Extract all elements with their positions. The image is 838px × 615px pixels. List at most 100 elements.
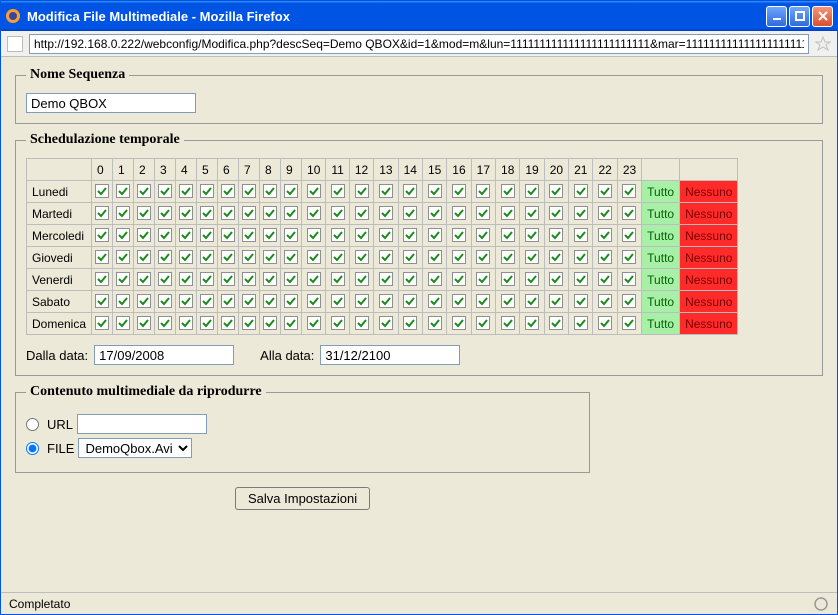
schedule-checkbox[interactable] (179, 228, 193, 242)
schedule-checkbox[interactable] (95, 294, 109, 308)
schedule-checkbox[interactable] (501, 184, 515, 198)
schedule-checkbox[interactable] (137, 316, 151, 330)
schedule-checkbox[interactable] (622, 272, 636, 286)
schedule-checkbox[interactable] (476, 184, 490, 198)
schedule-checkbox[interactable] (307, 250, 321, 264)
schedule-checkbox[interactable] (403, 294, 417, 308)
schedule-checkbox[interactable] (179, 316, 193, 330)
schedule-checkbox[interactable] (476, 316, 490, 330)
schedule-checkbox[interactable] (284, 250, 298, 264)
schedule-checkbox[interactable] (379, 250, 393, 264)
schedule-checkbox[interactable] (598, 316, 612, 330)
schedule-select-all-button[interactable]: Tutto (642, 291, 680, 313)
schedule-checkbox[interactable] (284, 272, 298, 286)
schedule-checkbox[interactable] (622, 250, 636, 264)
schedule-checkbox[interactable] (452, 228, 466, 242)
schedule-checkbox[interactable] (179, 206, 193, 220)
schedule-checkbox[interactable] (307, 206, 321, 220)
schedule-checkbox[interactable] (331, 206, 345, 220)
bookmark-star-icon[interactable] (815, 36, 831, 52)
schedule-checkbox[interactable] (158, 294, 172, 308)
schedule-checkbox[interactable] (242, 272, 256, 286)
schedule-checkbox[interactable] (242, 228, 256, 242)
schedule-checkbox[interactable] (574, 184, 588, 198)
schedule-checkbox[interactable] (476, 294, 490, 308)
schedule-checkbox[interactable] (242, 294, 256, 308)
schedule-checkbox[interactable] (525, 250, 539, 264)
schedule-checkbox[interactable] (476, 228, 490, 242)
schedule-checkbox[interactable] (598, 250, 612, 264)
schedule-checkbox[interactable] (158, 250, 172, 264)
schedule-checkbox[interactable] (284, 184, 298, 198)
schedule-select-none-button[interactable]: Nessuno (680, 225, 738, 247)
schedule-checkbox[interactable] (137, 272, 151, 286)
schedule-checkbox[interactable] (525, 228, 539, 242)
schedule-checkbox[interactable] (116, 316, 130, 330)
schedule-checkbox[interactable] (200, 272, 214, 286)
schedule-checkbox[interactable] (379, 228, 393, 242)
schedule-checkbox[interactable] (307, 316, 321, 330)
schedule-checkbox[interactable] (263, 272, 277, 286)
schedule-checkbox[interactable] (622, 228, 636, 242)
schedule-checkbox[interactable] (574, 206, 588, 220)
schedule-checkbox[interactable] (549, 316, 563, 330)
schedule-select-none-button[interactable]: Nessuno (680, 247, 738, 269)
schedule-checkbox[interactable] (598, 272, 612, 286)
schedule-checkbox[interactable] (525, 294, 539, 308)
media-url-input[interactable] (77, 414, 207, 434)
schedule-checkbox[interactable] (549, 228, 563, 242)
address-input[interactable] (29, 34, 809, 54)
schedule-checkbox[interactable] (403, 228, 417, 242)
schedule-checkbox[interactable] (574, 294, 588, 308)
schedule-select-none-button[interactable]: Nessuno (680, 181, 738, 203)
schedule-checkbox[interactable] (403, 206, 417, 220)
schedule-checkbox[interactable] (284, 206, 298, 220)
sequence-name-input[interactable] (26, 93, 196, 113)
schedule-checkbox[interactable] (355, 316, 369, 330)
schedule-checkbox[interactable] (525, 184, 539, 198)
schedule-checkbox[interactable] (622, 316, 636, 330)
schedule-checkbox[interactable] (355, 184, 369, 198)
schedule-checkbox[interactable] (452, 272, 466, 286)
schedule-checkbox[interactable] (379, 206, 393, 220)
schedule-checkbox[interactable] (200, 228, 214, 242)
schedule-checkbox[interactable] (116, 228, 130, 242)
schedule-checkbox[interactable] (574, 250, 588, 264)
schedule-checkbox[interactable] (95, 206, 109, 220)
schedule-select-none-button[interactable]: Nessuno (680, 291, 738, 313)
schedule-checkbox[interactable] (242, 316, 256, 330)
schedule-checkbox[interactable] (221, 316, 235, 330)
schedule-checkbox[interactable] (379, 184, 393, 198)
schedule-checkbox[interactable] (263, 206, 277, 220)
minimize-button[interactable] (766, 6, 787, 27)
schedule-checkbox[interactable] (501, 294, 515, 308)
schedule-checkbox[interactable] (200, 184, 214, 198)
schedule-checkbox[interactable] (452, 316, 466, 330)
schedule-checkbox[interactable] (598, 206, 612, 220)
schedule-checkbox[interactable] (179, 294, 193, 308)
schedule-checkbox[interactable] (95, 272, 109, 286)
schedule-checkbox[interactable] (221, 206, 235, 220)
schedule-checkbox[interactable] (574, 272, 588, 286)
schedule-checkbox[interactable] (428, 294, 442, 308)
schedule-checkbox[interactable] (263, 316, 277, 330)
schedule-checkbox[interactable] (307, 272, 321, 286)
schedule-checkbox[interactable] (95, 228, 109, 242)
schedule-select-all-button[interactable]: Tutto (642, 247, 680, 269)
schedule-checkbox[interactable] (158, 228, 172, 242)
schedule-checkbox[interactable] (221, 184, 235, 198)
schedule-checkbox[interactable] (598, 184, 612, 198)
schedule-checkbox[interactable] (501, 206, 515, 220)
schedule-checkbox[interactable] (452, 250, 466, 264)
schedule-checkbox[interactable] (200, 294, 214, 308)
schedule-checkbox[interactable] (221, 294, 235, 308)
schedule-checkbox[interactable] (403, 250, 417, 264)
schedule-checkbox[interactable] (549, 294, 563, 308)
schedule-checkbox[interactable] (116, 272, 130, 286)
schedule-checkbox[interactable] (549, 184, 563, 198)
schedule-checkbox[interactable] (331, 184, 345, 198)
schedule-checkbox[interactable] (379, 316, 393, 330)
to-date-input[interactable] (320, 345, 460, 365)
schedule-checkbox[interactable] (622, 184, 636, 198)
schedule-checkbox[interactable] (307, 294, 321, 308)
